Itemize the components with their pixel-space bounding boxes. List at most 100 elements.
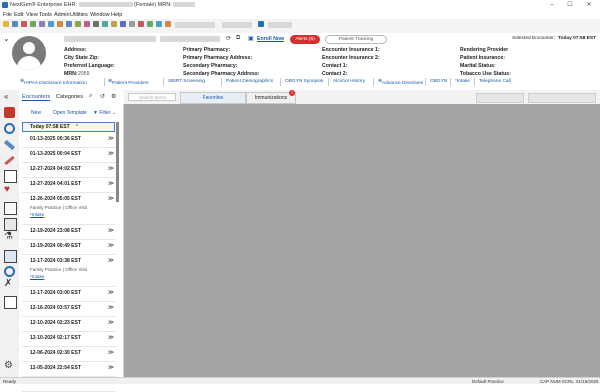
image-icon[interactable]: [4, 250, 17, 263]
inbox-icon[interactable]: [75, 21, 81, 27]
save-icon[interactable]: [12, 21, 18, 27]
expand-chevron-icon[interactable]: ≫: [108, 257, 114, 264]
syringe-icon[interactable]: [4, 155, 15, 166]
advance-directives-link[interactable]: ⊕ Advance Directives: [378, 79, 423, 86]
person-icon[interactable]: [39, 21, 45, 27]
expand-chevron-icon[interactable]: ≫: [108, 364, 114, 371]
refresh-icon[interactable]: [147, 21, 153, 27]
expand-chevron-icon[interactable]: ≫: [108, 319, 114, 326]
encounter-list-item[interactable]: 12-17-2024 03:00 EST ≫: [22, 287, 116, 302]
new-encounter-button[interactable]: New: [31, 110, 41, 116]
help-icon[interactable]: [138, 21, 144, 27]
phone-icon[interactable]: [156, 21, 162, 27]
filter-button[interactable]: ▼ Filter ⌄: [93, 110, 116, 116]
chart-icon[interactable]: [30, 21, 36, 27]
refresh-icon[interactable]: ⟳: [226, 35, 231, 42]
sbirt-screening-link[interactable]: SBIRT Screening: [168, 79, 205, 84]
expand-chevron-icon[interactable]: ≫: [108, 289, 114, 296]
menu-help[interactable]: Help: [111, 12, 122, 18]
lab-icon[interactable]: [111, 21, 117, 27]
encounter-list-item[interactable]: 12-17-2024 03:38 EST ≫ Family Practice | O…: [22, 255, 116, 287]
obgyn-synopsis-link[interactable]: OBGYN Synopsis: [285, 79, 323, 84]
report-icon[interactable]: [102, 21, 108, 27]
heart-icon[interactable]: ♥: [4, 184, 10, 195]
expand-chevron-icon[interactable]: ≫: [108, 150, 114, 157]
immunization-icon[interactable]: [4, 266, 15, 277]
fax-icon[interactable]: [165, 21, 171, 27]
user-icon[interactable]: [258, 21, 264, 27]
collapse-banner-chevron-icon[interactable]: ⌄: [3, 34, 10, 43]
clipboard-icon[interactable]: [4, 202, 17, 215]
document-icon[interactable]: [57, 21, 63, 27]
maximize-button[interactable]: ☐: [563, 1, 577, 9]
bandage-icon[interactable]: [4, 139, 15, 151]
encounter-list-item[interactable]: 12-16-2024 03:57 EST ≫: [22, 302, 116, 317]
gear-icon[interactable]: ⚙: [4, 360, 13, 371]
settings-icon[interactable]: [129, 21, 135, 27]
obgyn-link[interactable]: OBGYN: [430, 79, 447, 84]
search-icon[interactable]: ⌕: [89, 93, 92, 100]
encounter-list-item[interactable]: 12-26-2024 05:05 EST ≫ Family Practice | O…: [22, 193, 116, 225]
encounter-list-item[interactable]: 12-10-2024 02:23 EST ≫: [22, 317, 116, 332]
intake-link[interactable]: *Intake: [30, 212, 44, 217]
encounter-list-item[interactable]: 12-27-2024 04:02 EST ≫: [22, 163, 116, 178]
favorites-tab[interactable]: Favorites: [180, 92, 246, 104]
expand-chevron-icon[interactable]: ≫: [108, 304, 114, 311]
telephone-call-link[interactable]: Telephone Call: [479, 79, 511, 84]
intake-link[interactable]: *Intake: [30, 274, 44, 279]
scrollbar-thumb[interactable]: [116, 122, 119, 202]
action-button[interactable]: [528, 93, 596, 103]
encounter-list-item[interactable]: 01-13-2025 00:36 EST ≫: [22, 133, 116, 148]
alcohol-history-link[interactable]: Alcohol History: [333, 79, 365, 84]
task-icon[interactable]: [66, 21, 72, 27]
calendar-icon[interactable]: [4, 170, 17, 183]
encounter-list-item[interactable]: 12-19-2024 23:08 EST ≫: [22, 225, 116, 240]
patient-tracking-button[interactable]: Patient Tracking: [325, 35, 387, 44]
expand-chevron-icon[interactable]: ≫: [108, 135, 114, 142]
open-template-button[interactable]: Open Template: [53, 110, 87, 116]
encounter-list-item[interactable]: 01-13-2025 00:04 EST ≫: [22, 148, 116, 163]
external-link-icon[interactable]: ⧉: [236, 35, 240, 42]
document-icon[interactable]: [4, 296, 17, 309]
tool-icon[interactable]: [93, 21, 99, 27]
expand-chevron-icon[interactable]: ≫: [108, 165, 114, 172]
encounter-list-item[interactable]: 12-27-2024 04:01 EST ≫: [22, 178, 116, 193]
action-button[interactable]: [476, 93, 524, 103]
mail-icon[interactable]: [84, 21, 90, 27]
procedure-icon[interactable]: ✗: [4, 278, 12, 289]
menu-edit[interactable]: Edit: [14, 12, 23, 18]
expand-chevron-icon[interactable]: ≫: [108, 227, 114, 234]
menu-admin[interactable]: Admin: [54, 12, 70, 18]
encounter-list-item[interactable]: 12-05-2024 22:54 EST ≫: [22, 362, 116, 377]
enroll-now-link[interactable]: Enroll Now: [257, 36, 284, 42]
encounter-list-item[interactable]: 12-10-2024 02:17 EST ≫: [22, 332, 116, 347]
minimize-button[interactable]: –: [545, 1, 559, 9]
hipaa-disclosure-link[interactable]: ⊕ HIPAA Disclosure Information: [20, 79, 87, 86]
notes-icon[interactable]: [4, 218, 17, 231]
flask-icon[interactable]: ⚗: [4, 231, 13, 242]
calendar-icon[interactable]: [48, 21, 54, 27]
encounter-today[interactable]: Today 07:58 EST *: [22, 122, 115, 132]
menu-file[interactable]: File: [3, 12, 12, 18]
close-button[interactable]: ✕: [582, 1, 596, 9]
image-icon[interactable]: [120, 21, 126, 27]
alerts-module-icon[interactable]: [4, 107, 15, 118]
menu-view[interactable]: View: [26, 12, 38, 18]
intake-link[interactable]: *Intake: [455, 79, 470, 84]
expand-chevron-icon[interactable]: ≫: [108, 334, 114, 341]
stethoscope-icon[interactable]: [4, 123, 15, 134]
patient-demographics-link[interactable]: Patient Demographics: [226, 79, 273, 84]
folder-icon[interactable]: [3, 21, 9, 27]
alerts-button[interactable]: Alerts (5): [290, 35, 320, 44]
tab-categories[interactable]: Categories: [56, 94, 83, 100]
history-icon[interactable]: ↺: [100, 93, 105, 100]
patient-providers-link[interactable]: ⊕ Patient Providers: [108, 79, 149, 86]
settings-icon[interactable]: ⚙: [111, 93, 116, 100]
expand-chevron-icon[interactable]: ≫: [108, 242, 114, 249]
menu-tools[interactable]: Tools: [39, 12, 52, 18]
tab-encounters[interactable]: Encounters: [22, 94, 51, 101]
menu-utilities[interactable]: Utilities: [70, 12, 88, 18]
expand-chevron-icon[interactable]: ≫: [108, 195, 114, 202]
print-icon[interactable]: [21, 21, 27, 27]
encounter-list-item[interactable]: 12-06-2024 02:30 EST ≫: [22, 347, 116, 362]
